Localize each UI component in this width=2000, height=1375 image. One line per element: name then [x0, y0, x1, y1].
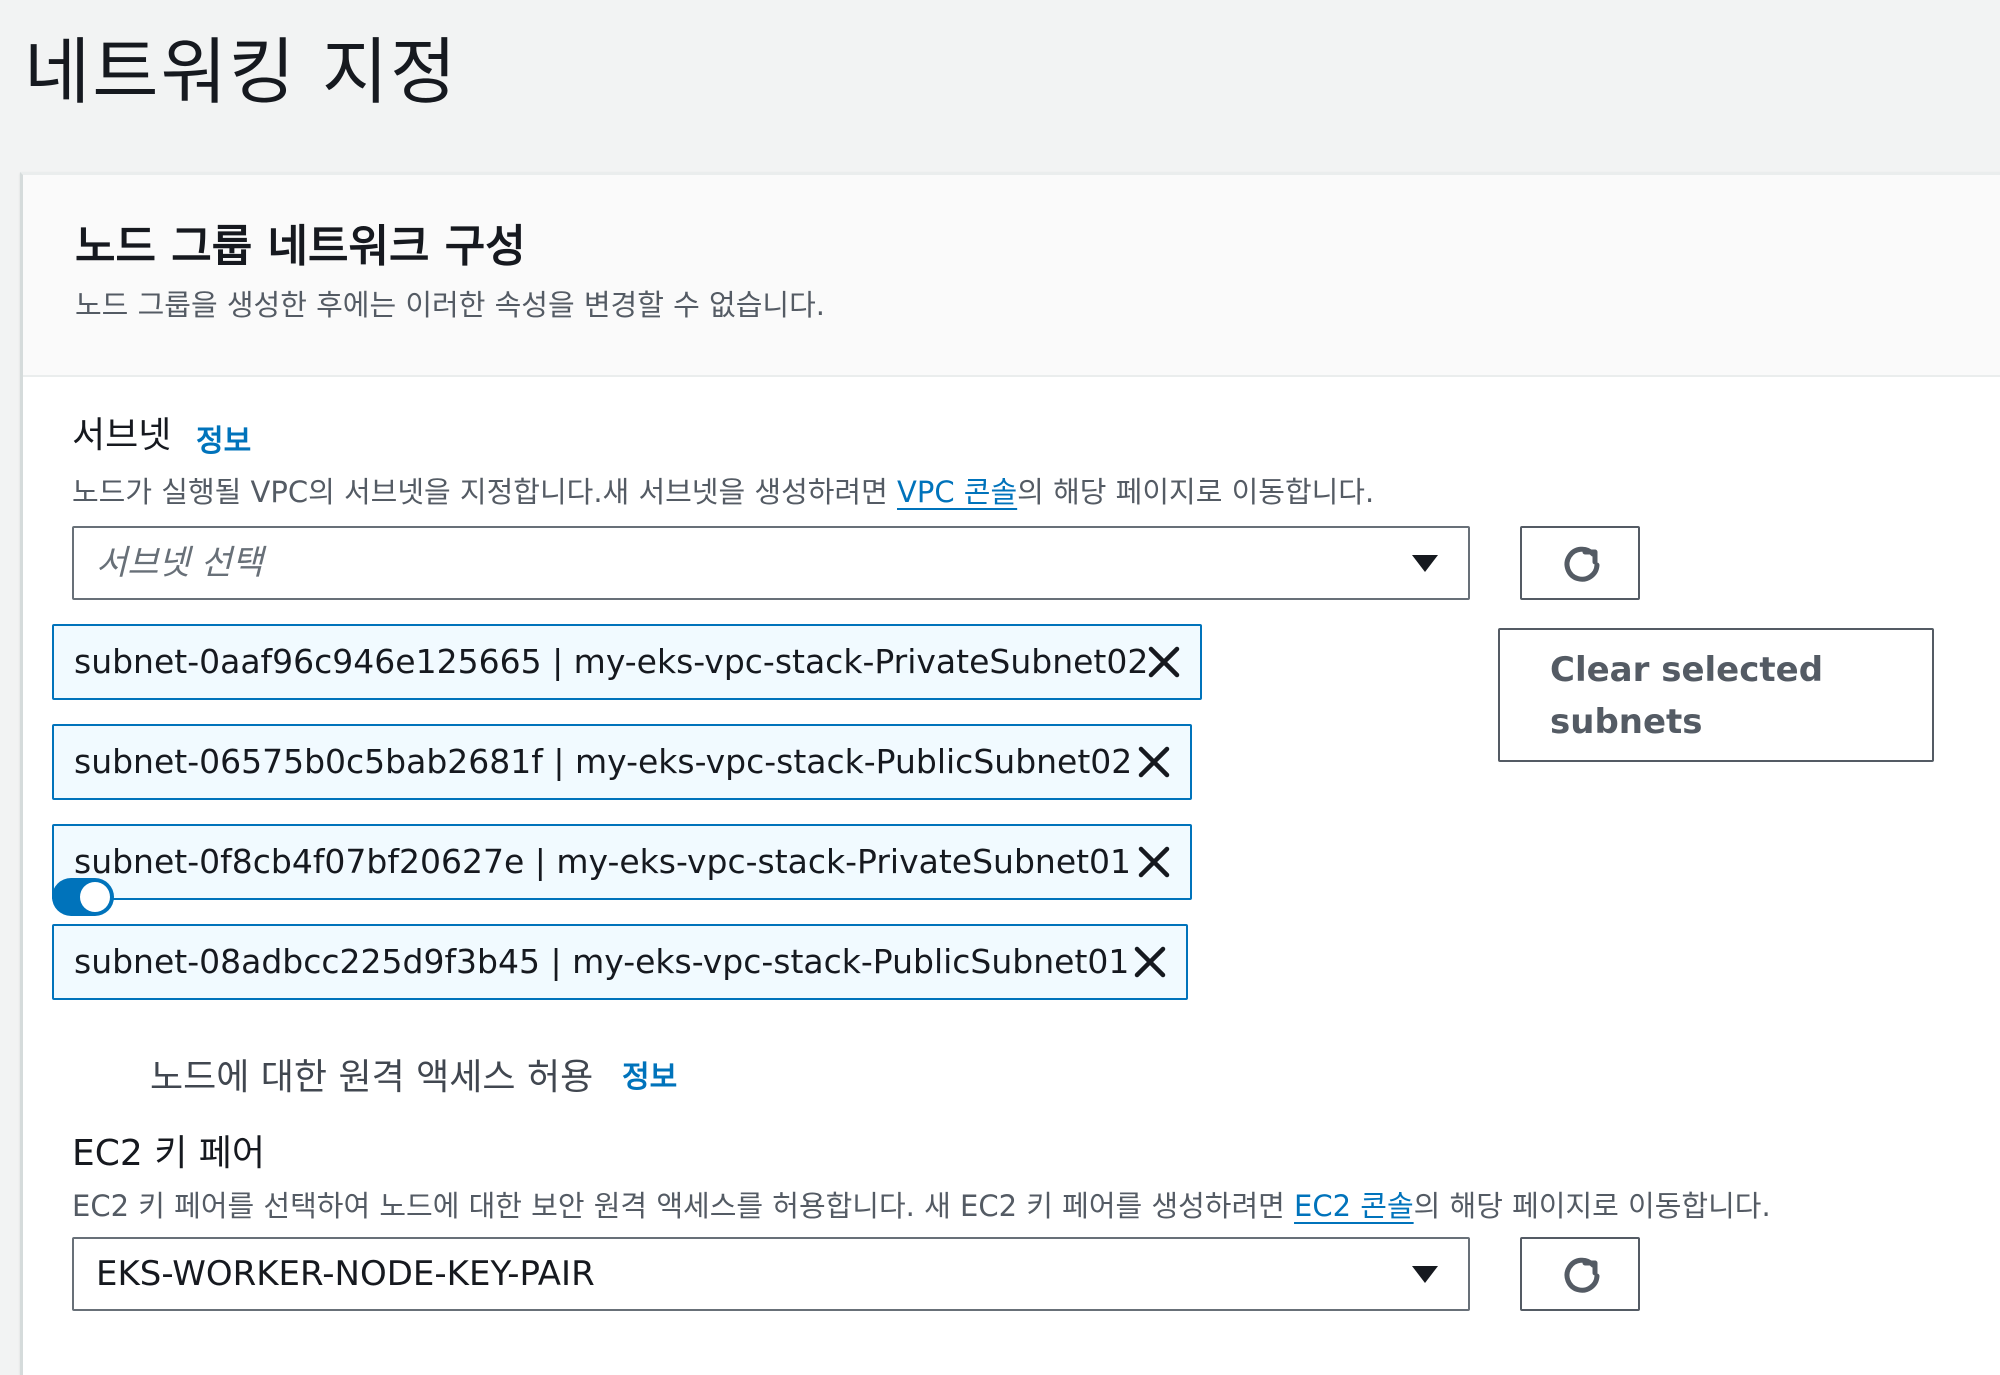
key-pair-refresh-button[interactable]: [1520, 1237, 1640, 1311]
vpc-console-link[interactable]: VPC 콘솔: [897, 475, 1017, 509]
key-pair-selected-value: EKS-WORKER-NODE-KEY-PAIR: [96, 1254, 595, 1294]
key-pair-description-text: EC2 키 페어를 선택하여 노드에 대한 보안 원격 액세스를 허용합니다. …: [72, 1189, 1295, 1223]
subnets-label: 서브넷: [72, 415, 172, 456]
refresh-icon: [1564, 1257, 1600, 1293]
subnet-token: subnet-06575b0c5bab2681f | my-eks-vpc-st…: [52, 724, 1192, 800]
subnet-token-label: subnet-0f8cb4f07bf20627e | my-eks-vpc-st…: [74, 842, 1132, 881]
remote-access-label: 노드에 대한 원격 액세스 허용: [150, 1057, 594, 1098]
close-icon[interactable]: [1136, 744, 1172, 780]
ec2-console-link[interactable]: EC2 콘솔: [1294, 1189, 1414, 1223]
panel-description: 노드 그룹을 생성한 후에는 이러한 속성을 변경할 수 없습니다.: [75, 288, 825, 322]
close-icon[interactable]: [1132, 944, 1168, 980]
key-pair-description: EC2 키 페어를 선택하여 노드에 대한 보안 원격 액세스를 허용합니다. …: [72, 1186, 1771, 1226]
subnets-description-text: 노드가 실행될 VPC의 서브넷을 지정합니다.새 서브넷을 생성하려면: [72, 475, 898, 509]
subnet-token: subnet-0f8cb4f07bf20627e | my-eks-vpc-st…: [52, 824, 1192, 900]
clear-selected-subnets-button[interactable]: Clear selected subnets: [1498, 628, 1934, 762]
subnet-token-label: subnet-06575b0c5bab2681f | my-eks-vpc-st…: [74, 742, 1133, 781]
panel-title: 노드 그룹 네트워크 구성: [75, 221, 526, 272]
toggle-knob: [80, 882, 110, 912]
clear-selected-subnets-label: Clear selected subnets: [1550, 650, 1824, 742]
remote-access-info-link[interactable]: 정보: [622, 1058, 677, 1098]
subnets-refresh-button[interactable]: [1520, 526, 1640, 600]
subnets-info-link[interactable]: 정보: [196, 422, 251, 462]
panel-header: 노드 그룹 네트워크 구성 노드 그룹을 생성한 후에는 이러한 속성을 변경할…: [23, 175, 2000, 377]
key-pair-description-suffix: 의 해당 페이지로 이동합니다.: [1413, 1189, 1771, 1223]
subnet-token-label: subnet-08adbcc225d9f3b45 | my-eks-vpc-st…: [74, 942, 1130, 981]
key-pair-select[interactable]: EKS-WORKER-NODE-KEY-PAIR: [72, 1237, 1470, 1311]
subnet-token: subnet-0aaf96c946e125665 | my-eks-vpc-st…: [52, 624, 1202, 700]
page-title: 네트워킹 지정: [24, 30, 459, 114]
key-pair-label: EC2 키 페어: [72, 1133, 266, 1174]
subnet-select-placeholder: 서브넷 선택: [96, 543, 264, 583]
subnet-token: subnet-08adbcc225d9f3b45 | my-eks-vpc-st…: [52, 924, 1188, 1000]
close-icon[interactable]: [1136, 844, 1172, 880]
close-icon[interactable]: [1146, 644, 1182, 680]
subnet-token-label: subnet-0aaf96c946e125665 | my-eks-vpc-st…: [74, 642, 1149, 681]
caret-down-icon: [1412, 555, 1438, 572]
remote-access-toggle[interactable]: [52, 878, 114, 916]
refresh-icon: [1564, 546, 1600, 582]
subnets-description-suffix: 의 해당 페이지로 이동합니다.: [1017, 475, 1375, 509]
subnets-description: 노드가 실행될 VPC의 서브넷을 지정합니다.새 서브넷을 생성하려면 VPC…: [72, 472, 1374, 512]
subnet-select[interactable]: 서브넷 선택: [72, 526, 1470, 600]
caret-down-icon: [1412, 1266, 1438, 1283]
